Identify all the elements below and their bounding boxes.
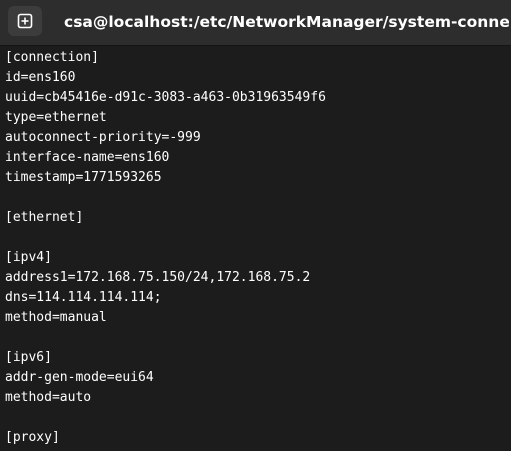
terminal-line: addr-gen-mode=eui64: [5, 370, 154, 385]
terminal-line: [proxy]: [5, 430, 60, 445]
terminal-line: dns=114.114.114.114;: [5, 290, 162, 305]
terminal-line: type=ethernet: [5, 110, 107, 125]
terminal-line: [ipv4]: [5, 250, 52, 265]
terminal-line: interface-name=ens160: [5, 150, 170, 165]
terminal-content[interactable]: [connection] id=ens160 uuid=cb45416e-d91c-…: [0, 46, 511, 451]
terminal-lines: [connection] id=ens160 uuid=cb45416e-d91c-…: [5, 48, 326, 448]
new-tab-icon: [17, 13, 33, 29]
terminal-line: method=manual: [5, 310, 107, 325]
terminal-line: [connection]: [5, 50, 99, 65]
terminal-line: id=ens160: [5, 70, 76, 85]
terminal-line: address1=172.168.75.150/24,172.168.75.2: [5, 270, 311, 285]
terminal-line: [ipv6]: [5, 350, 52, 365]
terminal-line: uuid=cb45416e-d91c-3083-a463-0b31963549f…: [5, 90, 326, 105]
terminal-line: [ethernet]: [5, 210, 84, 225]
window-title: csa@localhost:/etc/NetworkManager/system…: [64, 13, 509, 31]
new-tab-button[interactable]: [8, 6, 42, 36]
titlebar: csa@localhost:/etc/NetworkManager/system…: [0, 0, 511, 46]
terminal-line: autoconnect-priority=-999: [5, 130, 201, 145]
terminal-line: timestamp=1771593265: [5, 170, 162, 185]
terminal-line: method=auto: [5, 390, 92, 405]
terminal-window: csa@localhost:/etc/NetworkManager/system…: [0, 0, 511, 451]
